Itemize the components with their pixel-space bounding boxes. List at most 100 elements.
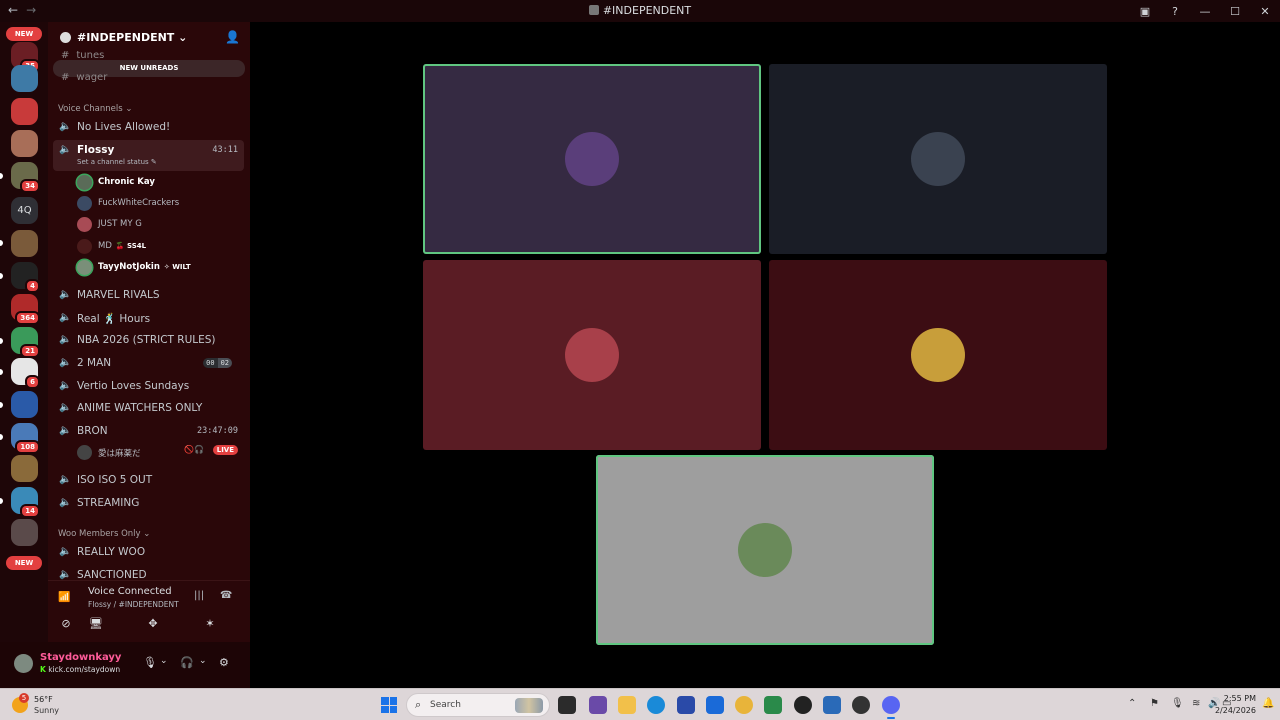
video-tile[interactable] (769, 64, 1107, 254)
app-icon[interactable] (764, 696, 782, 714)
call-timer: 43:11 (212, 145, 238, 155)
server-icon[interactable]: 108 (11, 423, 40, 454)
activities-button[interactable]: ✥ (132, 617, 174, 637)
microphone-icon[interactable]: 🎙 (143, 656, 157, 669)
voice-channel[interactable]: 🔈 2 MAN 00 02 (53, 353, 244, 374)
video-tile[interactable] (769, 260, 1107, 450)
voice-channel-label: REALLY WOO (77, 546, 146, 558)
occupancy-limit: 02 (217, 358, 232, 368)
gear-icon[interactable]: ⚙ (219, 656, 229, 669)
voice-channel[interactable]: 🔈 No Lives Allowed! (53, 117, 244, 138)
inbox-icon[interactable]: ▣ (1130, 5, 1160, 18)
participant-avatar (738, 523, 792, 577)
soundboard-button[interactable]: ✶ (189, 617, 231, 637)
voice-channel[interactable]: 🔈 Vertio Loves Sundays (53, 376, 244, 397)
user-status-text: kick.com/staydown (48, 665, 121, 674)
disconnect-icon[interactable]: ☎ (220, 590, 232, 601)
signal-icon[interactable]: 📶 (58, 592, 70, 603)
help-icon[interactable]: ? (1160, 5, 1190, 18)
category-voice-channels[interactable]: Voice Channels ⌄ (58, 104, 132, 114)
voice-channel-flossy[interactable]: 🔈 Flossy 43:11 Set a channel status ✎ (53, 140, 244, 171)
app-icon[interactable] (794, 696, 812, 714)
server-icon[interactable] (11, 130, 38, 157)
voice-status[interactable]: Voice Connected (88, 586, 172, 597)
voice-connected-panel: 📶 Voice Connected Flossy / #INDEPENDENT … (48, 580, 250, 642)
file-explorer-icon[interactable] (618, 696, 636, 714)
server-icon[interactable]: 364 (11, 294, 40, 325)
task-view-icon[interactable] (558, 696, 576, 714)
tray-app-icon[interactable]: ⚑ (1150, 698, 1159, 709)
wifi-icon[interactable]: ≋ (1192, 698, 1200, 709)
voice-channel[interactable]: 🔈 ISO ISO 5 OUT (53, 470, 244, 491)
new-pill-bottom[interactable]: NEW (6, 556, 42, 570)
discord-icon[interactable] (882, 696, 900, 719)
screen-share-button[interactable]: 🖥 (75, 617, 117, 637)
chevron-up-icon[interactable]: ⌃ (1128, 698, 1136, 709)
invite-people-icon[interactable]: 👤 (225, 30, 240, 44)
server-icon[interactable]: 34 (11, 162, 40, 193)
voice-location[interactable]: Flossy / #INDEPENDENT (88, 600, 179, 609)
voice-channel[interactable]: 🔈 REALLY WOO (53, 542, 244, 563)
noise-suppression-icon[interactable]: ||| (194, 590, 204, 601)
guild-tag: ✧ WILT (163, 263, 191, 271)
chevron-down-icon[interactable]: ⌄ (199, 656, 207, 666)
avatar[interactable] (14, 654, 33, 673)
voice-channel-bron[interactable]: 🔈 BRON 23:47:09 (53, 421, 244, 442)
headphones-icon[interactable]: 🎧 (180, 656, 194, 669)
server-icon[interactable] (11, 98, 38, 125)
avatar (77, 175, 92, 190)
server-icon[interactable] (11, 519, 38, 546)
edge-icon[interactable] (647, 696, 665, 714)
video-tile[interactable] (423, 260, 761, 450)
taskbar-search[interactable]: ⌕ Search (406, 693, 550, 717)
chevron-down-icon[interactable]: ⌄ (160, 656, 168, 666)
voice-channel-label: NBA 2026 (STRICT RULES) (77, 334, 216, 346)
mention-badge: 34 (20, 179, 40, 193)
voice-user[interactable]: 愛は麻薬だ 🚫🎧 LIVE (77, 444, 244, 462)
new-pill-top[interactable]: NEW (6, 27, 42, 41)
voice-channel[interactable]: 🔈 Real 🕺 Hours (53, 308, 244, 329)
server-icon[interactable] (11, 391, 38, 418)
speaker-icon: 🔈 (59, 144, 72, 155)
server-icon[interactable]: 21 (11, 327, 40, 358)
maximize-button[interactable]: ☐ (1220, 5, 1250, 18)
clock[interactable]: 2:55 PM 2/24/2026 (1215, 693, 1256, 717)
app-icon[interactable] (589, 696, 607, 714)
set-channel-status[interactable]: Set a channel status ✎ (77, 158, 157, 166)
server-icon[interactable]: 6 (11, 358, 40, 389)
guild-name[interactable]: #INDEPENDENT ⌄ (77, 31, 187, 44)
server-icon[interactable] (11, 230, 38, 257)
notification-bell-icon[interactable]: 🔔 (1262, 698, 1274, 709)
unread-pip (0, 498, 3, 504)
voice-channel-label: No Lives Allowed! (77, 121, 171, 133)
server-icon-4q[interactable]: 4Q (11, 197, 38, 224)
windows-start-icon[interactable] (381, 697, 397, 713)
weather-temp: 56°F (34, 695, 53, 704)
text-channel-wager[interactable]: # wager (61, 72, 107, 83)
minimize-button[interactable]: — (1190, 5, 1220, 18)
app-icon[interactable] (852, 696, 870, 714)
username[interactable]: Staydownkayy (40, 652, 121, 663)
close-button[interactable]: ✕ (1250, 5, 1280, 18)
voice-channel[interactable]: 🔈 MARVEL RIVALS (53, 285, 244, 306)
video-tile[interactable] (423, 64, 761, 254)
voice-channel[interactable]: 🔈 STREAMING (53, 493, 244, 514)
microphone-icon[interactable]: 🎙 (1171, 698, 1184, 709)
voice-user-name: JUST MY G (98, 219, 142, 229)
speaker-icon: 🔈 (59, 357, 72, 368)
voice-channel[interactable]: 🔈 ANIME WATCHERS ONLY (53, 398, 244, 419)
chrome-icon[interactable] (735, 696, 753, 714)
window-title-text: #INDEPENDENT (602, 4, 692, 17)
voice-channel[interactable]: 🔈 NBA 2026 (STRICT RULES) (53, 330, 244, 351)
occupancy-count: 00 (203, 358, 218, 368)
server-icon[interactable]: 14 (11, 487, 40, 518)
server-icon[interactable] (11, 455, 38, 482)
server-icon[interactable]: 4 (11, 262, 40, 293)
chevron-down-icon: ⌄ (125, 104, 133, 114)
app-icon[interactable] (823, 696, 841, 714)
store-icon[interactable] (677, 696, 695, 714)
outlook-icon[interactable] (706, 696, 724, 714)
server-icon[interactable] (11, 65, 38, 92)
category-woo-members[interactable]: Woo Members Only ⌄ (58, 529, 150, 539)
video-tile[interactable] (596, 455, 934, 645)
